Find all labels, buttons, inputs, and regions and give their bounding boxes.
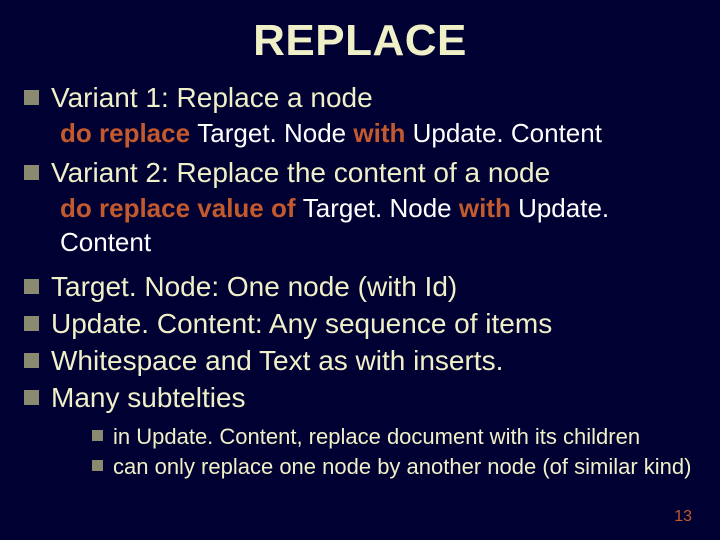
bullet-row: Whitespace and Text as with inserts. [24,343,696,378]
sub-bullet-text: in Update. Content, replace document wit… [113,423,640,451]
square-bullet-icon [24,390,39,405]
bullet-row-variant2: Variant 2: Replace the content of a node [24,155,696,190]
variant1-text: Variant 1: Replace a node [51,80,373,115]
square-bullet-icon [24,353,39,368]
bullet-row-variant1: Variant 1: Replace a node [24,80,696,115]
argument: Target. Node [197,118,353,148]
square-bullet-icon [92,430,103,441]
slide-title: REPLACE [24,16,696,66]
variant2-text: Variant 2: Replace the content of a node [51,155,550,190]
argument: Target. Node [303,193,459,223]
square-bullet-icon [24,279,39,294]
slide: REPLACE Variant 1: Replace a node do rep… [0,0,720,540]
keyword: with [459,193,518,223]
sub-bullet-row: in Update. Content, replace document wit… [92,423,696,451]
bullet-row: Update. Content: Any sequence of items [24,306,696,341]
sub-bullet-row: can only replace one node by another nod… [92,453,696,481]
bullet-text: Target. Node: One node (with Id) [51,269,457,304]
bullet-text: Update. Content: Any sequence of items [51,306,552,341]
square-bullet-icon [24,90,39,105]
square-bullet-icon [24,165,39,180]
bullet-row: Target. Node: One node (with Id) [24,269,696,304]
keyword: with [353,118,412,148]
syntax-line-1: do replace Target. Node with Update. Con… [60,117,696,151]
syntax-line-2: do replace value of Target. Node with Up… [60,192,696,260]
square-bullet-icon [92,460,103,471]
bullet-text: Whitespace and Text as with inserts. [51,343,503,378]
page-number: 13 [674,508,692,526]
bullet-row: Many subtelties [24,380,696,415]
sub-bullet-text: can only replace one node by another nod… [113,453,691,481]
square-bullet-icon [24,316,39,331]
keyword: do replace [60,118,197,148]
argument: Update. Content [413,118,602,148]
bullet-text: Many subtelties [51,380,246,415]
keyword: do replace value of [60,193,303,223]
